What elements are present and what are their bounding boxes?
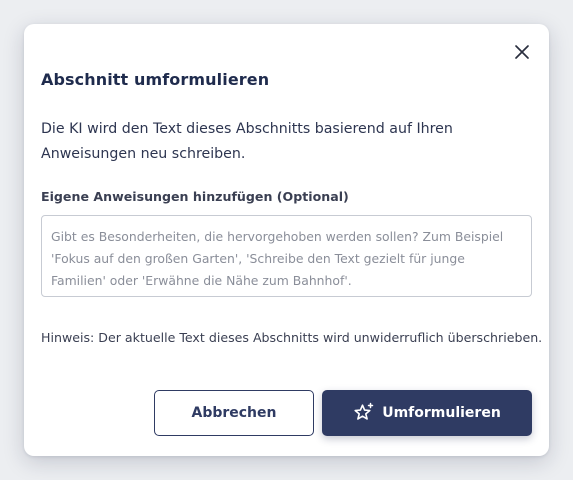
dialog-title: Abschnitt umformulieren (41, 70, 270, 89)
rephrase-button-label: Umformulieren (382, 405, 501, 421)
backdrop: Abschnitt umformulieren Die KI wird den … (0, 0, 573, 480)
instructions-input[interactable] (41, 215, 532, 297)
overwrite-hint: Hinweis: Der aktuelle Text dieses Abschn… (41, 330, 543, 345)
close-icon (515, 45, 529, 59)
sparkle-star-icon (353, 402, 375, 424)
cancel-button[interactable]: Abbrechen (154, 390, 314, 436)
cancel-button-label: Abbrechen (191, 405, 277, 421)
instructions-label: Eigene Anweisungen hinzufügen (Optional) (41, 189, 349, 204)
rephrase-button[interactable]: Umformulieren (322, 390, 532, 436)
close-button[interactable] (511, 41, 533, 63)
dialog-description: Die KI wird den Text dieses Abschnitts b… (41, 121, 453, 162)
rewrite-section-dialog: Abschnitt umformulieren Die KI wird den … (24, 24, 549, 456)
